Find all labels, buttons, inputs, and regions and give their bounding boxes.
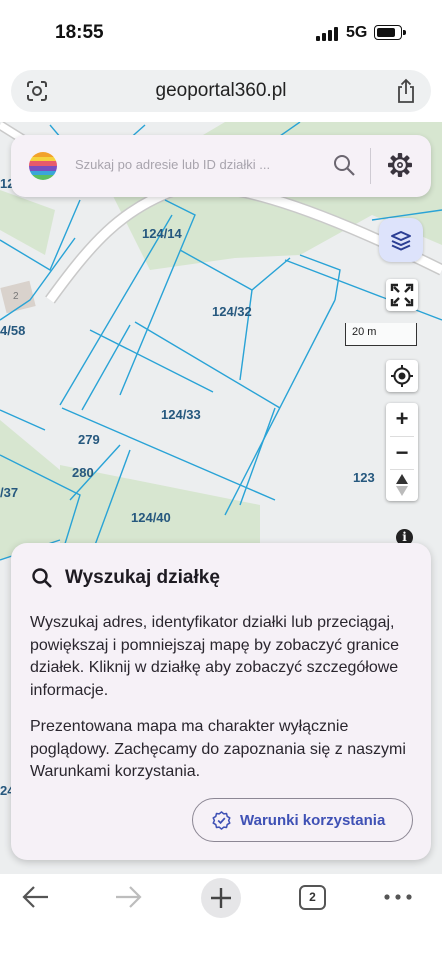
tab-switcher-button[interactable]: 2 [299,885,326,910]
share-icon[interactable] [395,78,417,104]
parcel-label[interactable]: 124/32 [212,304,252,319]
status-bar: 18:55 5G [0,0,442,62]
info-card: Wyszukaj działkę Wyszukaj adres, identyf… [11,543,431,860]
layers-icon [391,231,411,251]
fullscreen-icon [390,283,414,307]
building-number: 2 [13,291,19,302]
card-paragraph-disclaimer: Prezentowana mapa ma charakter wyłącznie… [30,718,406,780]
locate-button[interactable] [386,360,418,392]
parcel-label[interactable]: 123 [353,470,375,485]
search-panel: Szukaj po adresie lub ID działki ... [11,135,431,197]
search-icon[interactable] [332,153,356,177]
compass-icon [396,474,408,496]
compass-button[interactable] [386,469,418,501]
map-scale-label: 20 m [352,326,377,338]
plus-icon [211,888,231,908]
signal-bars-icon [316,25,340,41]
zoom-out-button[interactable]: − [386,437,418,469]
forward-arrow-icon[interactable] [113,880,143,914]
search-input[interactable]: Szukaj po adresie lub ID działki ... [75,157,270,172]
layers-button[interactable] [379,218,423,262]
map-scale-bar: 20 m [345,323,417,346]
parcel-label[interactable]: 124/33 [161,407,201,422]
browser-toolbar: 2 [0,874,442,960]
parcel-label[interactable]: 4/58 [0,323,25,338]
parcel-label[interactable]: 124/14 [142,226,182,241]
terms-button-label: Warunki korzystania [240,812,386,829]
zoom-in-button[interactable]: + [386,403,418,435]
battery-icon [374,25,402,40]
battery-tip [403,30,406,35]
locate-icon [391,365,413,387]
parcel-label[interactable]: 280 [72,465,94,480]
gear-icon[interactable] [387,152,413,178]
verified-badge-icon [212,811,231,830]
zoom-in-label: + [395,406,409,431]
fullscreen-button[interactable] [386,279,418,311]
terms-button[interactable]: Warunki korzystania [192,798,413,842]
url-bar[interactable]: geoportal360.pl [11,70,431,112]
screen: 18:55 5G geoportal360.pl 124/14 124/32 1… [0,0,442,960]
url-text[interactable]: geoportal360.pl [11,80,431,102]
parcel-label[interactable]: 124/40 [131,510,171,525]
new-tab-button[interactable] [201,878,241,918]
card-title: Wyszukaj działkę [65,567,220,588]
zoom-out-label: − [395,440,409,465]
more-dots-icon[interactable] [383,880,413,914]
zoom-controls: + − [386,403,418,501]
status-time: 18:55 [55,22,104,43]
parcel-label[interactable]: 279 [78,432,100,447]
parcel-label[interactable]: /37 [0,485,18,500]
search-divider [370,148,371,184]
back-arrow-icon[interactable] [21,880,51,914]
card-paragraph-instructions: Wyszukaj adres, identyfikator działki lu… [30,614,400,699]
geoportal-logo-icon [29,152,57,180]
search-icon [32,568,52,588]
network-label: 5G [346,24,368,41]
